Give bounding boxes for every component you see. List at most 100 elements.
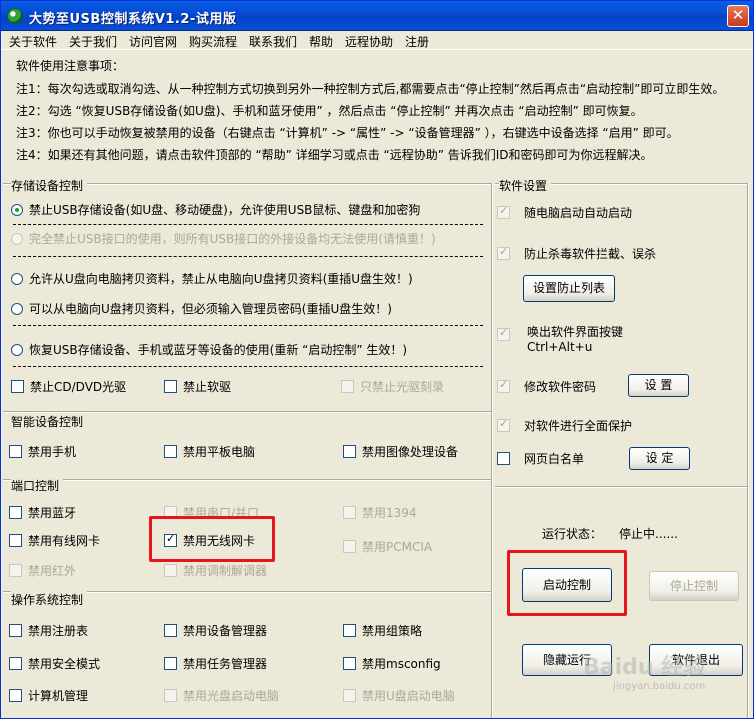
checkbox[interactable]	[497, 452, 510, 465]
checkbox[interactable]	[164, 624, 177, 637]
check-cd-boot: 禁用光盘启动电脑	[164, 687, 279, 704]
highlight-box	[149, 516, 275, 562]
divider	[3, 479, 491, 481]
watermark-url: jingyan.baidu.com	[613, 681, 706, 692]
check-1394: 禁用1394	[343, 504, 417, 521]
radio-button	[11, 232, 23, 245]
menu-help[interactable]: 帮助	[309, 33, 333, 50]
check-tablet[interactable]: 禁用平板电脑	[164, 443, 255, 460]
check-msconfig[interactable]: 禁用msconfig	[343, 655, 441, 672]
checkbox[interactable]	[164, 657, 177, 670]
whitelist-settings-button[interactable]: 设置防止列表	[523, 275, 615, 302]
checkbox[interactable]	[164, 445, 177, 458]
checkbox	[343, 506, 356, 519]
menu-about-us[interactable]: 关于我们	[69, 33, 117, 50]
menu-remote-assist[interactable]: 远程协助	[345, 33, 393, 50]
check-safe-mode[interactable]: 禁用安全模式	[9, 655, 100, 672]
radio-button[interactable]	[11, 203, 23, 216]
option-label: 对软件进行全面保护	[524, 419, 633, 433]
settings-group-title: 软件设置	[499, 177, 552, 194]
check-cd-dvd[interactable]: 禁止CD/DVD光驱	[11, 378, 126, 395]
radio-button[interactable]	[11, 343, 23, 356]
checkbox	[497, 326, 510, 341]
close-button[interactable]: ✕	[727, 5, 749, 27]
storage-option-3[interactable]: 允许从U盘向电脑拷贝资料，禁止从电脑向U盘拷贝资料(重插U盘生效！)	[11, 270, 413, 287]
check-group-policy[interactable]: 禁用组策略	[343, 622, 422, 639]
check-phone[interactable]: 禁用手机	[9, 443, 76, 460]
note-line: 注4：如果还有其他问题，请点击软件顶部的 “帮助” 详细学习或点击 “远程协助”…	[16, 148, 653, 162]
checkbox[interactable]	[9, 506, 22, 519]
checkbox[interactable]	[9, 689, 22, 702]
menu-contact[interactable]: 联系我们	[249, 33, 297, 50]
radio-button[interactable]	[11, 302, 23, 315]
menu-bar: 关于软件 关于我们 访问官网 购买流程 联系我们 帮助 远程协助 注册	[1, 31, 753, 50]
check-usb-boot: 禁用U盘启动电脑	[343, 687, 455, 704]
option-label: 只禁止光驱刻录	[360, 380, 445, 394]
check-bluetooth[interactable]: 禁用蓝牙	[9, 504, 76, 521]
option-label: 完全禁止USB接口的使用，则所有USB接口的外接设备均无法使用(请慎重！)	[29, 232, 436, 246]
status-label: 运行状态：	[542, 527, 603, 541]
radio-button[interactable]	[11, 272, 23, 285]
checkbox[interactable]	[9, 624, 22, 637]
menu-register[interactable]: 注册	[405, 33, 429, 50]
check-hotkey	[497, 326, 510, 341]
checkbox	[497, 245, 510, 260]
divider	[747, 183, 749, 718]
check-web-whitelist[interactable]: 网页白名单	[497, 450, 584, 467]
storage-option-4[interactable]: 可以从电脑向U盘拷贝资料，但必须输入管理员密码(重插U盘生效！)	[11, 300, 392, 317]
note-line: 注2：勾选 “恢复USB存储设备(如U盘)、手机和蓝牙使用” ，然后点击 “停止…	[16, 104, 643, 118]
checkbox	[497, 204, 510, 219]
option-label: 禁止USB存储设备(如U盘、移动硬盘)，允许使用USB鼠标、键盘和加密狗	[29, 203, 421, 217]
option-label: 禁用安全模式	[28, 657, 101, 671]
checkbox[interactable]	[9, 657, 22, 670]
option-label: 可以从电脑向U盘拷贝资料，但必须输入管理员密码(重插U盘生效！)	[29, 302, 392, 316]
menu-purchase[interactable]: 购买流程	[189, 33, 237, 50]
menu-website[interactable]: 访问官网	[129, 33, 177, 50]
hotkey-label: 唤出软件界面按键	[527, 325, 624, 339]
check-floppy[interactable]: 禁止软驱	[164, 378, 231, 395]
app-logo-icon	[7, 8, 23, 24]
menu-about-software[interactable]: 关于软件	[9, 33, 57, 50]
storage-option-5[interactable]: 恢复USB存储设备、手机或蓝牙等设备的使用(重新 “启动控制” 生效！)	[11, 341, 407, 358]
storage-option-1[interactable]: 禁止USB存储设备(如U盘、移动硬盘)，允许使用USB鼠标、键盘和加密狗	[11, 201, 420, 218]
checkbox[interactable]	[343, 624, 356, 637]
option-label: 禁止CD/DVD光驱	[30, 380, 127, 394]
option-label: 禁用1394	[362, 506, 417, 520]
checkbox[interactable]	[9, 445, 22, 458]
option-label: 禁用PCMCIA	[362, 540, 433, 554]
web-whitelist-set-button[interactable]: 设 定	[629, 447, 690, 470]
checkbox	[164, 689, 177, 702]
check-wired-nic[interactable]: 禁用有线网卡	[9, 532, 100, 549]
check-device-manager[interactable]: 禁用设备管理器	[164, 622, 267, 639]
check-full-protect: 对软件进行全面保护	[497, 417, 632, 434]
password-set-button[interactable]: 设 置	[628, 374, 689, 397]
option-label: 计算机管理	[28, 689, 89, 703]
dashed-separator	[13, 366, 483, 367]
checkbox	[164, 564, 177, 577]
option-label: 禁止软驱	[183, 380, 232, 394]
note-line: 注1：每次勾选或取消勾选、从一种控制方式切换到另外一种控制方式后,都需要点击“停…	[16, 82, 725, 96]
main-window: 大势至USB控制系统V1.2-试用版 ✕ 关于软件 关于我们 访问官网 购买流程…	[0, 0, 754, 719]
option-label: 禁用调制解调器	[183, 564, 268, 578]
smart-group-title: 智能设备控制	[11, 413, 88, 430]
check-imaging[interactable]: 禁用图像处理设备	[343, 443, 458, 460]
dashed-separator	[13, 325, 483, 326]
check-password: 修改软件密码	[497, 378, 596, 395]
checkbox[interactable]	[164, 380, 177, 393]
checkbox[interactable]	[11, 380, 24, 393]
dashed-separator	[13, 224, 483, 225]
checkbox[interactable]	[343, 657, 356, 670]
checkbox	[341, 380, 354, 393]
check-pcmcia: 禁用PCMCIA	[343, 538, 432, 555]
check-registry[interactable]: 禁用注册表	[9, 622, 88, 639]
checkbox[interactable]	[343, 445, 356, 458]
check-task-manager[interactable]: 禁用任务管理器	[164, 655, 267, 672]
option-label: 随电脑启动自动启动	[524, 206, 633, 220]
checkbox[interactable]	[9, 534, 22, 547]
option-label: 禁用组策略	[362, 624, 423, 638]
option-label: 禁用设备管理器	[183, 624, 268, 638]
title-bar[interactable]: 大势至USB控制系统V1.2-试用版 ✕	[1, 1, 753, 31]
check-computer-management[interactable]: 计算机管理	[9, 687, 88, 704]
option-label: 禁用红外	[28, 564, 77, 578]
check-antivirus: 防止杀毒软件拦截、误杀	[497, 245, 656, 262]
